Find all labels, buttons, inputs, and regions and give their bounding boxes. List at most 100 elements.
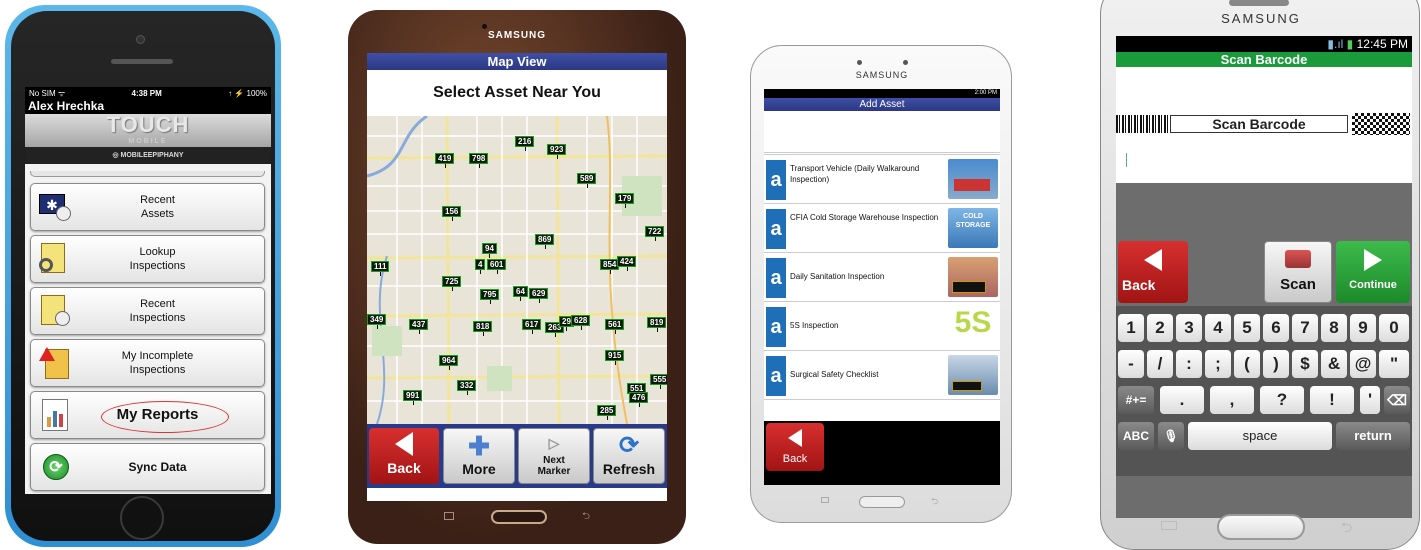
tablet-home-button[interactable]: [491, 510, 547, 524]
map-marker[interactable]: 285: [597, 405, 617, 420]
map-marker[interactable]: 915: [605, 350, 625, 365]
map-marker[interactable]: 629: [529, 288, 549, 303]
map-marker[interactable]: 111: [371, 261, 390, 276]
key-semicolon[interactable]: ;: [1205, 350, 1231, 378]
space-key[interactable]: space: [1188, 422, 1332, 450]
map-marker[interactable]: 156: [442, 206, 462, 221]
more-button[interactable]: ✚ More: [443, 428, 515, 484]
phone-menu-key[interactable]: [821, 497, 829, 503]
scan-button[interactable]: Scan: [1264, 241, 1332, 303]
status-time: 4:38 PM: [131, 88, 162, 98]
recent-inspections-button[interactable]: Recent Inspections: [30, 287, 265, 335]
key-comma[interactable]: ,: [1210, 386, 1254, 414]
home-button[interactable]: [120, 496, 164, 540]
recent-assets-button[interactable]: ✱ Recent Assets: [30, 183, 265, 231]
map-marker[interactable]: 419: [435, 153, 455, 168]
map-marker[interactable]: 94: [482, 243, 497, 258]
asset-app-icon: a: [766, 258, 786, 298]
map-marker[interactable]: 179: [615, 193, 635, 208]
map-marker[interactable]: 923: [547, 144, 567, 159]
tablet-back-key[interactable]: ⮌: [582, 509, 590, 526]
map-marker[interactable]: 349: [367, 314, 387, 329]
key-2[interactable]: 2: [1147, 314, 1173, 342]
key-abc[interactable]: ABC: [1118, 422, 1154, 450]
map-marker[interactable]: 964: [439, 355, 459, 370]
key-ampersand[interactable]: &: [1321, 350, 1347, 378]
map-marker[interactable]: 819: [647, 317, 667, 332]
key-period[interactable]: .: [1160, 386, 1204, 414]
galaxy-menu-key[interactable]: [1161, 521, 1177, 530]
map-marker[interactable]: 601: [487, 259, 507, 274]
map-marker[interactable]: 617: [522, 319, 542, 334]
back-button[interactable]: Back: [369, 428, 439, 484]
map-marker[interactable]: 64: [513, 286, 528, 301]
phone-back-key[interactable]: ⮌: [931, 494, 938, 510]
phone-home-button[interactable]: [859, 496, 905, 508]
map-marker[interactable]: 437: [409, 319, 429, 334]
recent-assets-label: Recent Assets: [140, 194, 175, 220]
refresh-button[interactable]: ⟳ Refresh: [593, 428, 665, 484]
key-6[interactable]: 6: [1263, 314, 1289, 342]
map-area[interactable]: 216 923 419 798 589 179 156 722 869 94 8…: [367, 116, 667, 424]
next-marker-button[interactable]: ▷ Next Marker: [518, 428, 590, 484]
key-colon[interactable]: :: [1176, 350, 1202, 378]
key-exclamation[interactable]: !: [1310, 386, 1354, 414]
asset-list-item[interactable]: a Daily Sanitation Inspection: [764, 252, 1000, 301]
key-dash[interactable]: -: [1118, 350, 1144, 378]
key-0[interactable]: 0: [1379, 314, 1409, 342]
map-marker[interactable]: 798: [469, 153, 489, 168]
map-marker[interactable]: 628: [571, 315, 591, 330]
key-quote[interactable]: ": [1379, 350, 1409, 378]
map-marker[interactable]: 4: [475, 259, 486, 274]
backspace-key[interactable]: ⌫: [1384, 386, 1410, 414]
back-button[interactable]: Back: [1118, 241, 1188, 303]
map-marker[interactable]: 589: [577, 173, 597, 188]
logo-main-text: TOUCH: [106, 112, 190, 137]
my-incomplete-inspections-button[interactable]: My Incomplete Inspections: [30, 339, 265, 387]
continue-button[interactable]: Continue: [1336, 241, 1410, 303]
map-marker[interactable]: 476: [629, 392, 649, 407]
map-marker[interactable]: 424: [617, 256, 637, 271]
asset-list-item[interactable]: a CFIA Cold Storage Warehouse Inspection…: [764, 203, 1000, 252]
galaxy-back-key[interactable]: ⮌: [1341, 517, 1352, 541]
key-9[interactable]: 9: [1350, 314, 1376, 342]
map-marker[interactable]: 332: [457, 380, 477, 395]
tablet-menu-key[interactable]: [444, 512, 454, 520]
text-cursor[interactable]: [1126, 153, 1127, 167]
map-marker[interactable]: 725: [442, 276, 462, 291]
key-3[interactable]: 3: [1176, 314, 1202, 342]
galaxy-home-button[interactable]: [1217, 514, 1305, 540]
key-symbols[interactable]: #+=: [1118, 386, 1154, 414]
map-marker[interactable]: 722: [645, 226, 665, 241]
key-apostrophe[interactable]: ': [1360, 386, 1380, 414]
key-4[interactable]: 4: [1205, 314, 1231, 342]
key-close-paren[interactable]: ): [1263, 350, 1289, 378]
map-marker[interactable]: 869: [535, 234, 555, 249]
map-marker[interactable]: 555: [650, 374, 667, 389]
sync-data-button[interactable]: ⟳ Sync Data: [30, 443, 265, 491]
map-marker[interactable]: 818: [473, 321, 493, 336]
map-marker[interactable]: 991: [403, 390, 423, 405]
map-marker[interactable]: 561: [605, 319, 625, 334]
key-slash[interactable]: /: [1147, 350, 1173, 378]
my-reports-button[interactable]: My Reports: [30, 391, 265, 439]
lookup-inspections-button[interactable]: Lookup Inspections: [30, 235, 265, 283]
map-view-title: Map View: [367, 53, 667, 70]
key-5[interactable]: 5: [1234, 314, 1260, 342]
key-open-paren[interactable]: (: [1234, 350, 1260, 378]
microphone-icon[interactable]: 🎙: [1158, 422, 1184, 450]
key-8[interactable]: 8: [1321, 314, 1347, 342]
key-1[interactable]: 1: [1118, 314, 1144, 342]
key-at[interactable]: @: [1350, 350, 1376, 378]
key-dollar[interactable]: $: [1292, 350, 1318, 378]
map-marker[interactable]: 216: [515, 136, 535, 151]
plus-icon: ✚: [468, 431, 490, 461]
key-question[interactable]: ?: [1260, 386, 1304, 414]
asset-list-item[interactable]: a Transport Vehicle (Daily Walkaround In…: [764, 154, 1000, 203]
map-marker[interactable]: 795: [480, 289, 500, 304]
key-7[interactable]: 7: [1292, 314, 1318, 342]
asset-list-item[interactable]: a Surgical Safety Checklist: [764, 350, 1000, 399]
return-key[interactable]: return: [1336, 422, 1410, 450]
back-button[interactable]: Back: [766, 423, 824, 471]
asset-list-item[interactable]: a 5S Inspection 5S: [764, 301, 1000, 350]
